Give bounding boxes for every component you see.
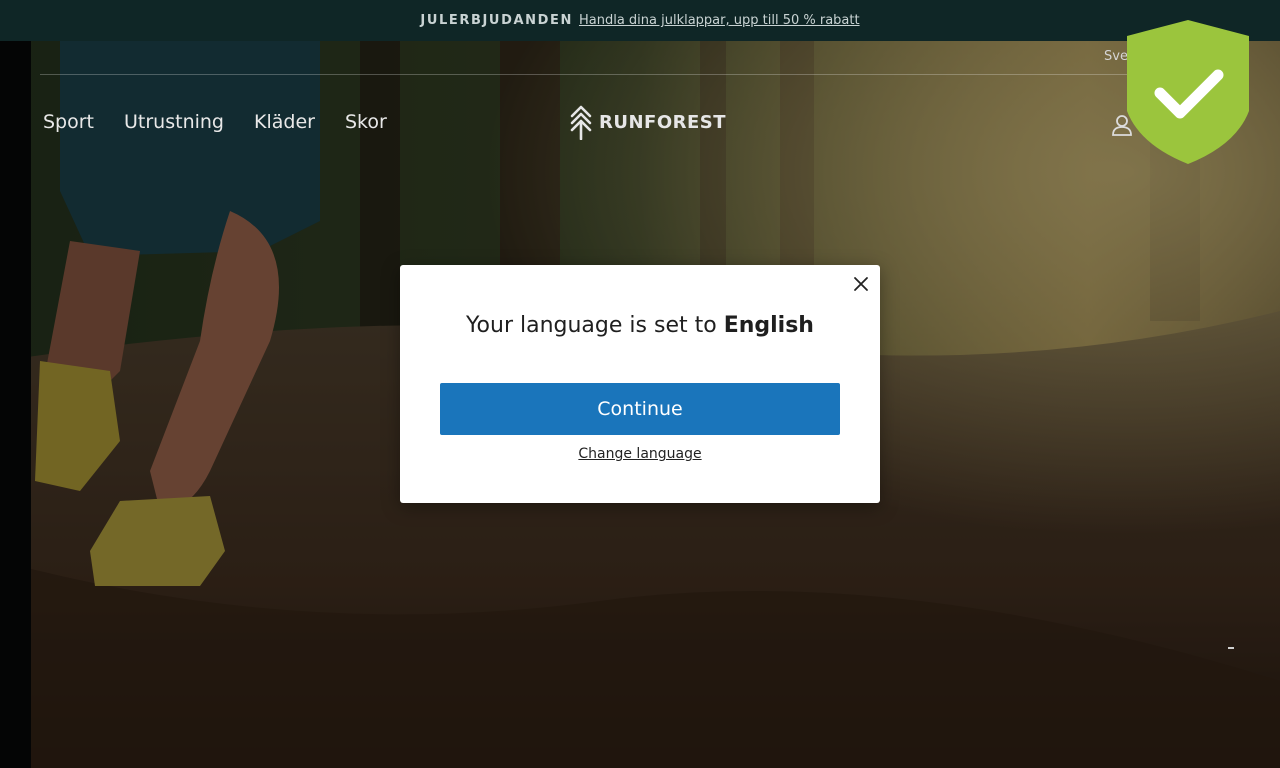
nav-item-utrustning[interactable]: Utrustning — [124, 111, 224, 133]
nav-item-klader[interactable]: Kläder — [254, 111, 315, 133]
announcement-link[interactable]: Handla dina julklappar, upp till 50 % ra… — [579, 13, 860, 28]
announcement-title: JULERBJUDANDEN — [420, 13, 573, 28]
language-modal: Your language is set to English Continue… — [400, 265, 880, 503]
main-nav: Sport Utrustning Kläder Skor — [43, 111, 387, 133]
modal-title-prefix: Your language is set to — [466, 313, 717, 338]
close-icon[interactable] — [852, 275, 870, 293]
site-header: Sve Sport Utrustning Kläder Skor RUNFORE… — [0, 41, 1280, 171]
change-language-link[interactable]: Change language — [400, 446, 880, 462]
site-logo[interactable]: RUNFOREST — [569, 104, 726, 140]
continue-button[interactable]: Continue — [440, 383, 840, 435]
announcement-bar: JULERBJUDANDEN Handla dina julklappar, u… — [0, 0, 1280, 41]
logo-text: RUNFOREST — [599, 111, 727, 133]
tree-logo-icon — [570, 105, 592, 140]
hero-slide-indicator[interactable] — [1228, 647, 1234, 649]
language-selector[interactable]: Sve — [1104, 49, 1128, 64]
modal-title-language: English — [723, 313, 814, 338]
modal-title: Your language is set to English — [400, 313, 880, 338]
nav-item-skor[interactable]: Skor — [345, 111, 387, 133]
nav-item-sport[interactable]: Sport — [43, 111, 94, 133]
shield-check-icon — [1127, 20, 1249, 164]
header-divider — [40, 74, 1240, 75]
